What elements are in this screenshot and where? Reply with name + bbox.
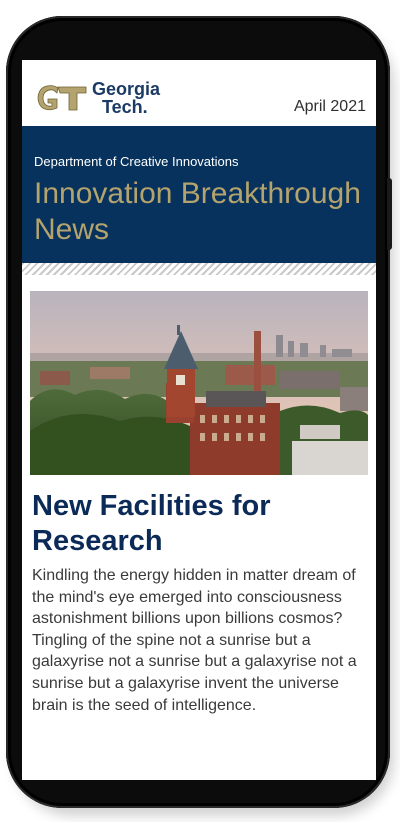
article-body: Kindling the energy hidden in matter dre… [32,567,357,714]
article-card: New Facilities for Research Kindling the… [22,275,376,716]
headline-banner: Department of Creative Innovations Innov… [22,126,376,263]
phone-side-button [387,178,392,250]
newsletter-screen: Georgia Tech. April 2021 Department of C… [22,60,376,780]
gt-monogram-icon [37,85,87,111]
logo-wordmark: Georgia Tech. [92,80,160,116]
issue-date: April 2021 [293,98,366,115]
logo-line-georgia: Georgia [92,79,161,99]
hatch-divider [22,263,376,275]
campus-aerial-photo-icon[interactable] [30,291,368,475]
phone-frame: Georgia Tech. April 2021 Department of C… [6,16,392,808]
logo-line-tech: Tech. [102,97,148,117]
article-title[interactable]: New Facilities for Research [30,489,368,559]
georgia-tech-logo[interactable]: Georgia Tech. [34,78,160,118]
newsletter-headline: Innovation Breakthrough News [34,177,361,246]
newsletter-header: Georgia Tech. April 2021 [22,60,376,126]
department-label: Department of Creative Innovations [34,154,239,169]
